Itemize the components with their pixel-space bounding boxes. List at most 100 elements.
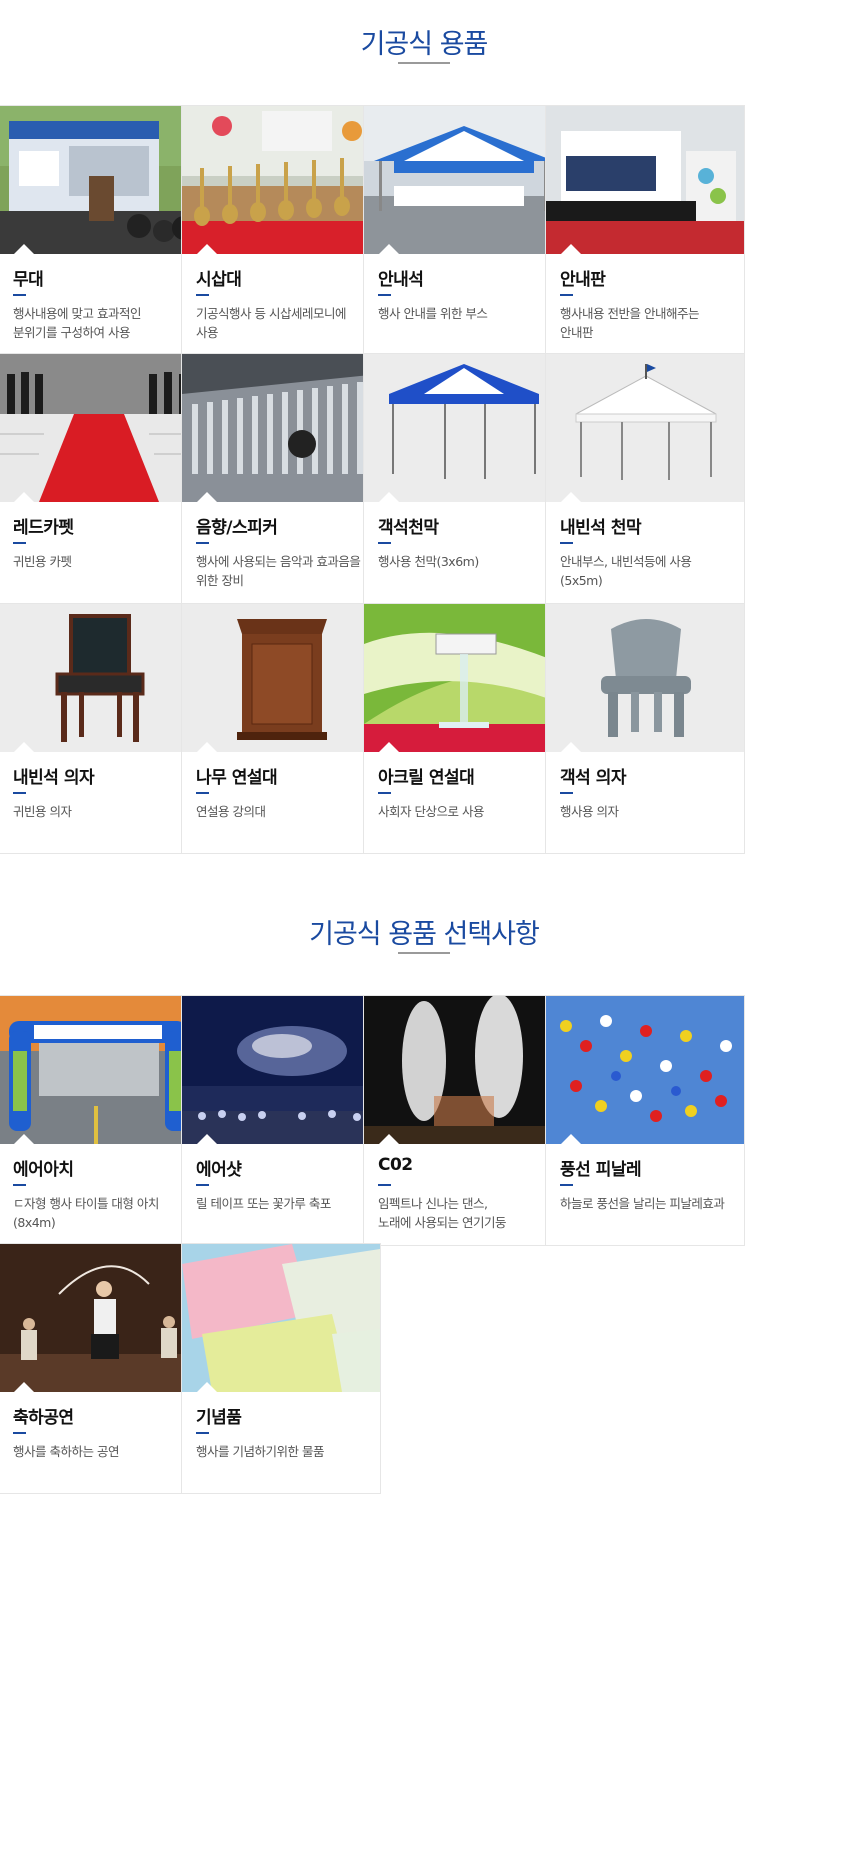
- product-card-sound[interactable]: 음향/스피커 행사에 사용되는 음악과 효과음을 위한 장비: [181, 353, 381, 604]
- name-underline: [13, 294, 26, 296]
- product-name: 기념품: [196, 1408, 242, 1428]
- product-card-wood-podium[interactable]: 나무 연설대 연설용 강의대: [181, 603, 381, 854]
- product-card-audience-tent[interactable]: 객석천막 행사용 천막(3x6m): [363, 353, 563, 604]
- product-name: 객석천막: [378, 518, 439, 538]
- wood-podium-photo: [182, 604, 380, 752]
- mixer-photo: [182, 354, 380, 502]
- product-description: 행사 안내를 위한 부스: [378, 306, 488, 321]
- product-description: 귀빈용 의자: [13, 804, 72, 819]
- product-name: 아크릴 연설대: [378, 768, 475, 788]
- caption-notch: [13, 244, 35, 255]
- name-underline: [196, 792, 209, 794]
- name-underline: [196, 1432, 209, 1434]
- product-description: 하늘로 풍선을 날리는 피날레효과: [560, 1196, 725, 1211]
- name-underline: [196, 542, 209, 544]
- section-title-options: 기공식 용품 선택사항: [309, 919, 540, 950]
- product-description: 행사내용 전반을 안내해주는 안내판: [560, 306, 699, 340]
- product-description: 기공식행사 등 시삽세레모니에 사용: [196, 306, 346, 340]
- product-name: 안내판: [560, 270, 606, 290]
- product-card-info-board[interactable]: 안내판 행사내용 전반을 안내해주는 안내판: [545, 105, 745, 356]
- product-description: 행사용 천막(3x6m): [378, 554, 479, 569]
- name-underline: [196, 294, 209, 296]
- name-underline: [196, 1184, 209, 1186]
- product-description: 귀빈용 카펫: [13, 554, 72, 569]
- product-name: 축하공연: [13, 1408, 74, 1428]
- product-card-info-booth[interactable]: 안내석 행사 안내를 위한 부스: [363, 105, 563, 356]
- product-description: 행사를 축하하는 공연: [13, 1444, 119, 1459]
- product-description: 행사에 사용되는 음악과 효과음을 위한 장비: [196, 554, 361, 588]
- caption-notch: [560, 742, 582, 753]
- balloon-photo: [546, 996, 744, 1144]
- product-name: 무대: [13, 270, 44, 290]
- product-name: 나무 연설대: [196, 768, 278, 788]
- product-name: 에어아치: [13, 1160, 74, 1180]
- product-description: 행사용 의자: [560, 804, 619, 819]
- product-card-audience-chair[interactable]: 객석 의자 행사용 의자: [545, 603, 745, 854]
- product-card-vip-chair[interactable]: 내빈석 의자 귀빈용 의자: [0, 603, 198, 854]
- product-name: 객석 의자: [560, 768, 626, 788]
- air-shot-photo: [182, 996, 380, 1144]
- product-card-balloon[interactable]: 풍선 피날레 하늘로 풍선을 날리는 피날레효과: [545, 995, 745, 1246]
- caption-notch: [378, 1134, 400, 1145]
- caption-notch: [196, 244, 218, 255]
- co2-smoke-photo: [364, 996, 562, 1144]
- vip-chair-photo: [0, 604, 197, 752]
- caption-notch: [378, 244, 400, 255]
- product-description: 임펙트나 신나는 댄스, 노래에 사용되는 연기기둥: [378, 1196, 506, 1230]
- name-underline: [560, 792, 573, 794]
- caption-notch: [13, 1134, 35, 1145]
- product-name: 내빈석 천막: [560, 518, 642, 538]
- plastic-chair-photo: [546, 604, 744, 752]
- product-card-stage[interactable]: 무대 행사내용에 맞고 효과적인 분위기를 구성하여 사용: [0, 105, 198, 356]
- product-card-gift[interactable]: 기념품 행사를 기념하기위한 물품: [181, 1243, 381, 1494]
- stage-photo: [0, 106, 197, 254]
- product-card-red-carpet[interactable]: 레드카펫 귀빈용 카펫: [0, 353, 198, 604]
- product-description: 행사를 기념하기위한 물품: [196, 1444, 324, 1459]
- product-name: 음향/스피커: [196, 518, 278, 538]
- caption-notch: [196, 742, 218, 753]
- product-card-performance[interactable]: 축하공연 행사를 축하하는 공연: [0, 1243, 198, 1494]
- blue-tent-photo: [364, 354, 562, 502]
- info-board-photo: [546, 106, 744, 254]
- section-title-supplies: 기공식 용품: [360, 29, 489, 60]
- product-description: 연설용 강의대: [196, 804, 266, 819]
- title-divider: [398, 62, 450, 64]
- caption-notch: [196, 1382, 218, 1393]
- acrylic-podium-photo: [364, 604, 562, 752]
- caption-notch: [13, 492, 35, 503]
- name-underline: [378, 792, 391, 794]
- product-name: 레드카펫: [13, 518, 74, 538]
- name-underline: [560, 542, 573, 544]
- name-underline: [13, 792, 26, 794]
- caption-notch: [378, 492, 400, 503]
- name-underline: [378, 1184, 391, 1186]
- name-underline: [560, 294, 573, 296]
- caption-notch: [560, 1134, 582, 1145]
- info-booth-photo: [364, 106, 562, 254]
- product-name: 풍선 피날레: [560, 1160, 642, 1180]
- product-card-air-arch[interactable]: 에어아치 ㄷ자형 행사 타이틀 대형 아치 (8x4m): [0, 995, 198, 1246]
- product-description: 사회자 단상으로 사용: [378, 804, 484, 819]
- product-card-shovel-stand[interactable]: 시삽대 기공식행사 등 시삽세레모니에 사용: [181, 105, 381, 356]
- product-card-air-shot[interactable]: 에어샷 릴 테이프 또는 꽃가루 축포: [181, 995, 381, 1246]
- caption-notch: [560, 492, 582, 503]
- name-underline: [378, 294, 391, 296]
- performance-photo: [0, 1244, 197, 1392]
- product-name: 시삽대: [196, 270, 242, 290]
- product-name: 내빈석 의자: [13, 768, 95, 788]
- product-card-acrylic-podium[interactable]: 아크릴 연설대 사회자 단상으로 사용: [363, 603, 563, 854]
- air-arch-photo: [0, 996, 197, 1144]
- product-name: 에어샷: [196, 1160, 242, 1180]
- product-description: ㄷ자형 행사 타이틀 대형 아치 (8x4m): [13, 1196, 159, 1230]
- name-underline: [560, 1184, 573, 1186]
- name-underline: [13, 542, 26, 544]
- caption-notch: [13, 742, 35, 753]
- caption-notch: [196, 1134, 218, 1145]
- product-card-vip-tent[interactable]: 내빈석 천막 안내부스, 내빈석등에 사용 (5x5m): [545, 353, 745, 604]
- product-name: C02: [378, 1155, 413, 1175]
- title-divider: [398, 952, 450, 954]
- product-card-co2[interactable]: C02 임펙트나 신나는 댄스, 노래에 사용되는 연기기둥: [363, 995, 563, 1246]
- product-name: 안내석: [378, 270, 424, 290]
- name-underline: [378, 542, 391, 544]
- towel-gift-photo: [182, 1244, 380, 1392]
